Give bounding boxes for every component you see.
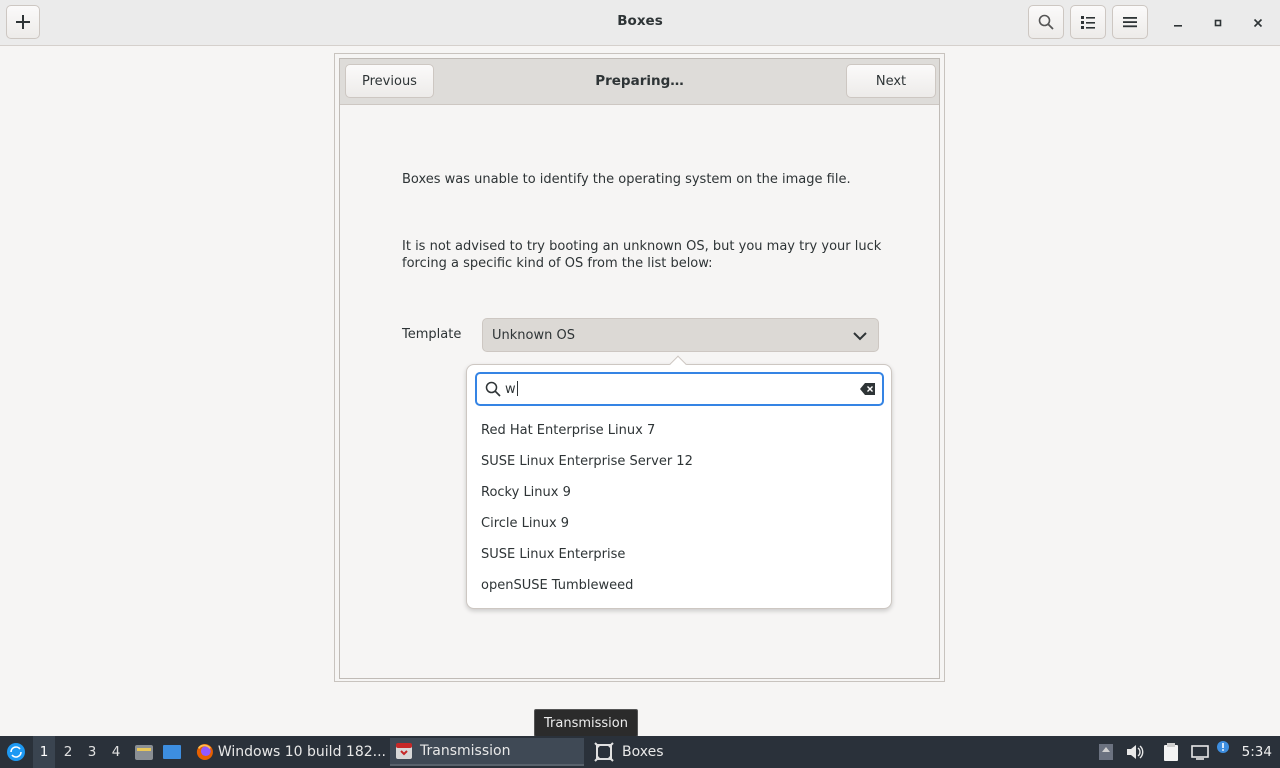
start-menu-icon xyxy=(7,743,25,761)
task-label: Windows 10 build 182... xyxy=(217,744,386,760)
updates-icon xyxy=(1099,744,1113,760)
workspace-4[interactable]: 4 xyxy=(105,736,127,768)
unknown-os-advice: It is not advised to try booting an unkn… xyxy=(402,239,882,271)
list-view-icon xyxy=(1081,16,1095,29)
tray-volume[interactable] xyxy=(1126,736,1146,768)
template-combo[interactable]: Unknown OS xyxy=(482,318,879,352)
taskbar-task-transmission[interactable]: Transmission xyxy=(390,738,584,766)
minimize-button[interactable] xyxy=(1167,12,1189,34)
assistant-header: Previous Preparing… Next xyxy=(340,59,939,105)
file-manager-icon xyxy=(135,745,153,760)
header-bar: Boxes xyxy=(0,0,1280,46)
clear-text-icon[interactable] xyxy=(860,382,876,396)
list-item[interactable]: SUSE Linux Enterprise Server 12 xyxy=(467,446,891,477)
taskbar-tooltip: Transmission xyxy=(534,709,638,737)
firefox-icon xyxy=(196,743,213,761)
transmission-icon xyxy=(396,743,412,759)
close-button[interactable] xyxy=(1247,12,1269,34)
maximize-button[interactable] xyxy=(1207,12,1229,34)
desktop-launcher[interactable] xyxy=(162,736,184,768)
tray-clipboard[interactable] xyxy=(1162,736,1184,768)
close-icon xyxy=(1253,18,1263,28)
os-search-popover: w Red Hat Enterprise Linux 7 SUSE Linux … xyxy=(466,355,892,609)
os-search-input[interactable]: w xyxy=(475,372,884,406)
clipboard-icon xyxy=(1164,743,1178,761)
search-icon xyxy=(485,381,501,397)
list-view-button[interactable] xyxy=(1070,5,1106,39)
workspace-2[interactable]: 2 xyxy=(57,736,79,768)
text-caret xyxy=(516,381,518,396)
chevron-down-icon xyxy=(853,332,867,341)
list-item[interactable]: SUSE Linux Enterprise xyxy=(467,539,891,570)
taskbar-task-firefox[interactable]: Windows 10 build 182... xyxy=(192,738,386,766)
show-desktop-icon xyxy=(163,745,181,759)
tray-notifications[interactable] xyxy=(1216,736,1234,768)
notification-icon xyxy=(1217,741,1229,753)
taskbar: 1 2 3 4 Windows 10 build 182... Transmis… xyxy=(0,736,1280,768)
taskbar-clock[interactable]: 5:34 xyxy=(1242,736,1272,768)
search-icon xyxy=(1038,14,1054,30)
network-icon xyxy=(1191,745,1209,760)
list-item[interactable]: openSUSE Tumbleweed xyxy=(467,570,891,601)
template-label: Template xyxy=(402,327,462,342)
workspace-1[interactable]: 1 xyxy=(33,736,55,768)
tray-network[interactable] xyxy=(1191,736,1211,768)
task-label: Transmission xyxy=(420,743,511,759)
tray-updates[interactable] xyxy=(1098,736,1118,768)
next-button[interactable]: Next xyxy=(846,64,936,98)
list-item[interactable]: Red Hat Enterprise Linux 7 xyxy=(467,415,891,446)
workspace-3[interactable]: 3 xyxy=(81,736,103,768)
app-menu-button[interactable] xyxy=(4,736,28,768)
minimize-icon xyxy=(1174,25,1182,27)
taskbar-task-boxes[interactable]: Boxes xyxy=(590,738,690,766)
list-item[interactable]: Circle Linux 9 xyxy=(467,508,891,539)
search-button[interactable] xyxy=(1028,5,1064,39)
unidentified-os-message: Boxes was unable to identify the operati… xyxy=(402,172,851,187)
boxes-icon xyxy=(594,742,614,762)
template-value: Unknown OS xyxy=(492,327,575,343)
os-list: Red Hat Enterprise Linux 7 SUSE Linux En… xyxy=(467,415,891,601)
maximize-icon xyxy=(1214,19,1222,27)
hamburger-menu-icon xyxy=(1123,17,1137,28)
file-manager-launcher[interactable] xyxy=(134,736,154,768)
list-item[interactable]: Rocky Linux 9 xyxy=(467,477,891,508)
main-menu-button[interactable] xyxy=(1112,5,1148,39)
task-label: Boxes xyxy=(622,744,664,760)
volume-icon xyxy=(1127,745,1144,759)
search-text: w xyxy=(505,382,516,397)
